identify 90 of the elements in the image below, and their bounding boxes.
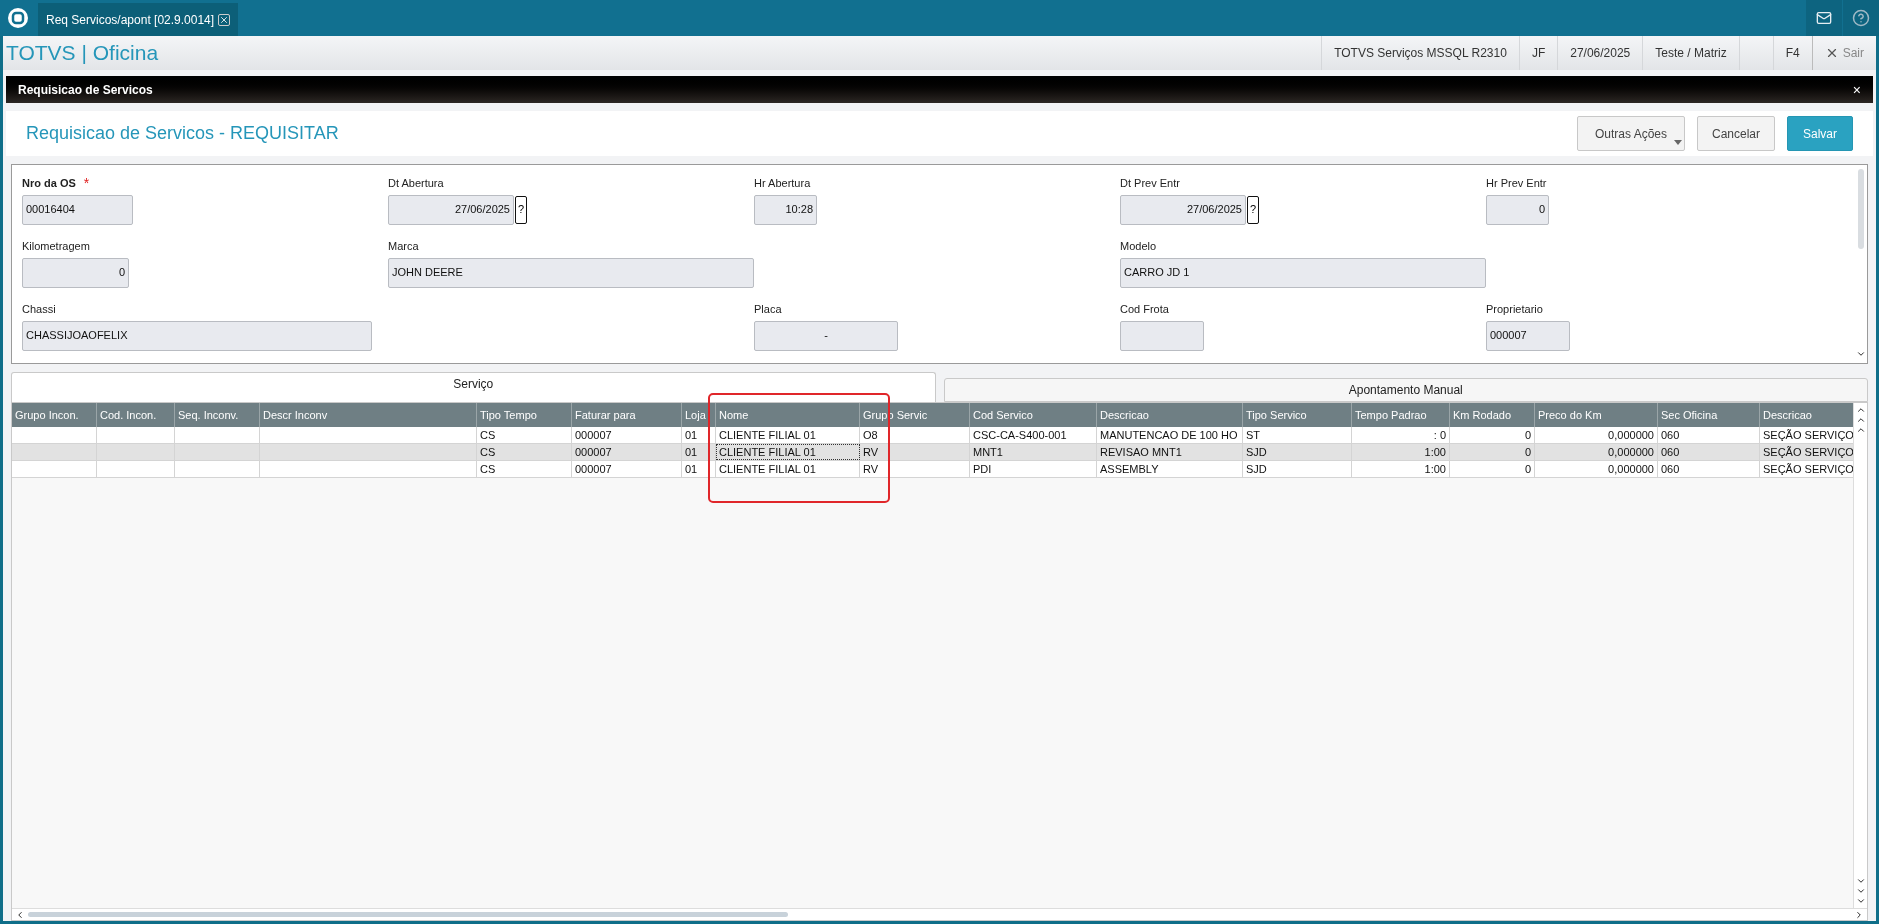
header-title: TOTVS | Oficina xyxy=(6,40,159,67)
input-field[interactable]: JOHN DEERE xyxy=(388,257,754,288)
input-field[interactable]: 27/06/2025 xyxy=(388,194,514,225)
input-field[interactable]: - xyxy=(754,320,898,351)
close-icon[interactable] xyxy=(218,13,231,26)
input-field[interactable]: 27/06/2025 xyxy=(1120,194,1246,225)
field-label: Kilometragem xyxy=(22,239,90,254)
field-label: Proprietario xyxy=(1486,302,1543,317)
field-label: Chassi xyxy=(22,302,56,317)
field-label: Nro da OS xyxy=(22,176,76,191)
table-cell: 0 xyxy=(1450,461,1535,477)
table-cell: 01 xyxy=(682,444,716,460)
table-cell: RV xyxy=(860,444,970,460)
tab[interactable]: Apontamento Manual xyxy=(943,378,1868,402)
close-button[interactable]: × xyxy=(1852,82,1861,97)
chevron-down-icon[interactable] xyxy=(1856,349,1866,359)
table-cell: CSC-CA-S400-001 xyxy=(970,427,1097,443)
chevron-down-icon[interactable] xyxy=(1855,876,1866,886)
table-cell: 0,000000 xyxy=(1535,427,1658,443)
table-cell: RV xyxy=(860,461,970,477)
menu-button[interactable]: Outras Ações xyxy=(1577,116,1685,151)
field-label: Hr Prev Entr xyxy=(1486,176,1547,191)
table-cell: ASSEMBLY xyxy=(1097,461,1243,477)
chevron-up-icon[interactable] xyxy=(1855,425,1866,435)
table-cell: CS xyxy=(477,427,572,443)
table-row[interactable]: CS 000007 01 CLIENTE FILIAL 01 O8 CSC-CA-S400-001 MANUTENCAO DE 100 HO ST : 0 0 0,000000 060 SEÇÃO SERVIÇO xyxy=(12,427,1853,444)
chevron-left-icon[interactable] xyxy=(15,909,25,920)
field-label: Dt Abertura xyxy=(388,176,444,191)
table-cell: CS xyxy=(477,444,572,460)
table-cell: MNT1 xyxy=(970,444,1097,460)
table-cell: 1:00 xyxy=(1352,444,1450,460)
table-cell: O8 xyxy=(860,427,970,443)
table-row[interactable]: CS 000007 01 CLIENTE FILIAL 01 RV MNT1 REVISAO MNT1 SJD 1:00 0 0,000000 060 SEÇÃO SERVIÇO xyxy=(12,444,1853,461)
tab[interactable]: Serviço xyxy=(11,372,936,402)
input-field[interactable]: 000007 xyxy=(1486,320,1570,351)
table-cell: : 0 xyxy=(1352,427,1450,443)
table-cell: SJD xyxy=(1243,444,1352,460)
table-cell: 0 xyxy=(1450,427,1535,443)
chevron-down-icon[interactable] xyxy=(1855,886,1866,896)
field-label: Modelo xyxy=(1120,239,1157,254)
table-row[interactable]: CS 000007 01 CLIENTE FILIAL 01 RV PDI ASSEMBLY SJD 1:00 0 0,000000 060 SEÇÃO SERVIÇO xyxy=(12,461,1853,478)
table-cell: 0,000000 xyxy=(1535,444,1658,460)
horizontal-scrollbar[interactable] xyxy=(12,908,1867,920)
table-cell: 060 xyxy=(1658,461,1760,477)
vertical-scrollbar[interactable] xyxy=(1853,403,1867,908)
caret-icon xyxy=(1674,140,1682,145)
mail-icon[interactable] xyxy=(1806,0,1842,36)
table-cell: CLIENTE FILIAL 01 xyxy=(716,444,860,460)
input-field[interactable]: CHASSIJOAOFELIX xyxy=(22,320,372,351)
table-cell: MANUTENCAO DE 100 HO xyxy=(1097,427,1243,443)
table-cell: CLIENTE FILIAL 01 xyxy=(716,427,860,443)
input-field[interactable] xyxy=(1120,320,1204,351)
chevron-down-icon[interactable] xyxy=(1855,896,1866,906)
table-cell: 060 xyxy=(1658,427,1760,443)
input-field[interactable]: 10:28 xyxy=(754,194,817,225)
table-cell: 01 xyxy=(682,427,716,443)
chevron-up-icon[interactable] xyxy=(1855,415,1866,425)
app-tab[interactable]: Req Servicos/apont [02.9.0014] xyxy=(38,3,239,36)
window-title: Requisicao de Servicos xyxy=(18,81,153,99)
table-cell: 0 xyxy=(1450,444,1535,460)
input-field[interactable]: 0 xyxy=(1486,194,1549,225)
page-title: Requisicao de Servicos - REQUISITAR xyxy=(26,122,339,145)
table-cell: 060 xyxy=(1658,444,1760,460)
table-cell: REVISAO MNT1 xyxy=(1097,444,1243,460)
field-label: Placa xyxy=(754,302,782,317)
table-cell: PDI xyxy=(970,461,1097,477)
table-cell: CS xyxy=(477,461,572,477)
table-cell: 1:00 xyxy=(1352,461,1450,477)
help-icon[interactable] xyxy=(1843,0,1879,36)
table-cell: SJD xyxy=(1243,461,1352,477)
table-cell: ST xyxy=(1243,427,1352,443)
table-cell: 000007 xyxy=(572,444,682,460)
input-field[interactable]: 00016404 xyxy=(22,194,133,225)
field-label: Dt Prev Entr xyxy=(1120,176,1180,191)
field-label: Hr Abertura xyxy=(754,176,811,191)
chevron-up-icon[interactable] xyxy=(1855,405,1866,415)
table-cell: 000007 xyxy=(572,427,682,443)
lookup-button[interactable]: ? xyxy=(515,195,527,224)
cancel-button[interactable]: Cancelar xyxy=(1697,116,1775,151)
table-cell: CLIENTE FILIAL 01 xyxy=(716,461,860,477)
chevron-right-icon[interactable] xyxy=(1854,909,1864,920)
input-field[interactable]: CARRO JD 1 xyxy=(1120,257,1486,288)
required-mark: * xyxy=(83,176,90,191)
input-field[interactable]: 0 xyxy=(22,257,129,288)
table-cell: 000007 xyxy=(572,461,682,477)
table-cell: 01 xyxy=(682,461,716,477)
field-label: Cod Frota xyxy=(1120,302,1169,317)
lookup-button[interactable]: ? xyxy=(1247,195,1259,224)
field-label: Marca xyxy=(388,239,419,254)
table-cell: 0,000000 xyxy=(1535,461,1658,477)
